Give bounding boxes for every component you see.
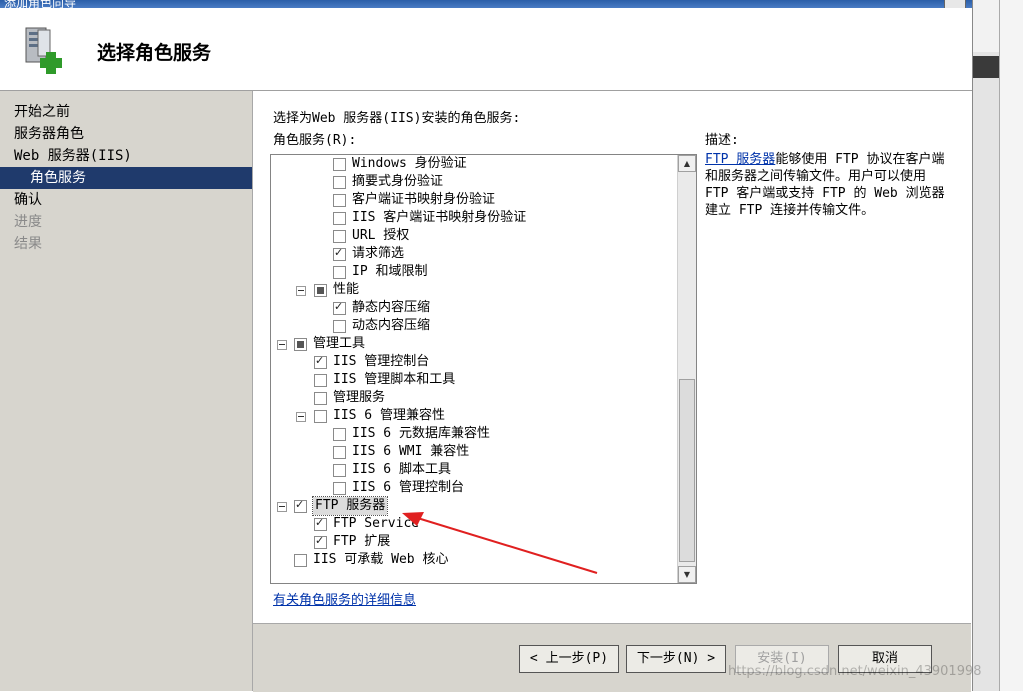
watermark-text: https://blog.csdn.net/weixin_43901998 bbox=[728, 664, 982, 679]
red-annotation-arrow bbox=[402, 512, 598, 574]
